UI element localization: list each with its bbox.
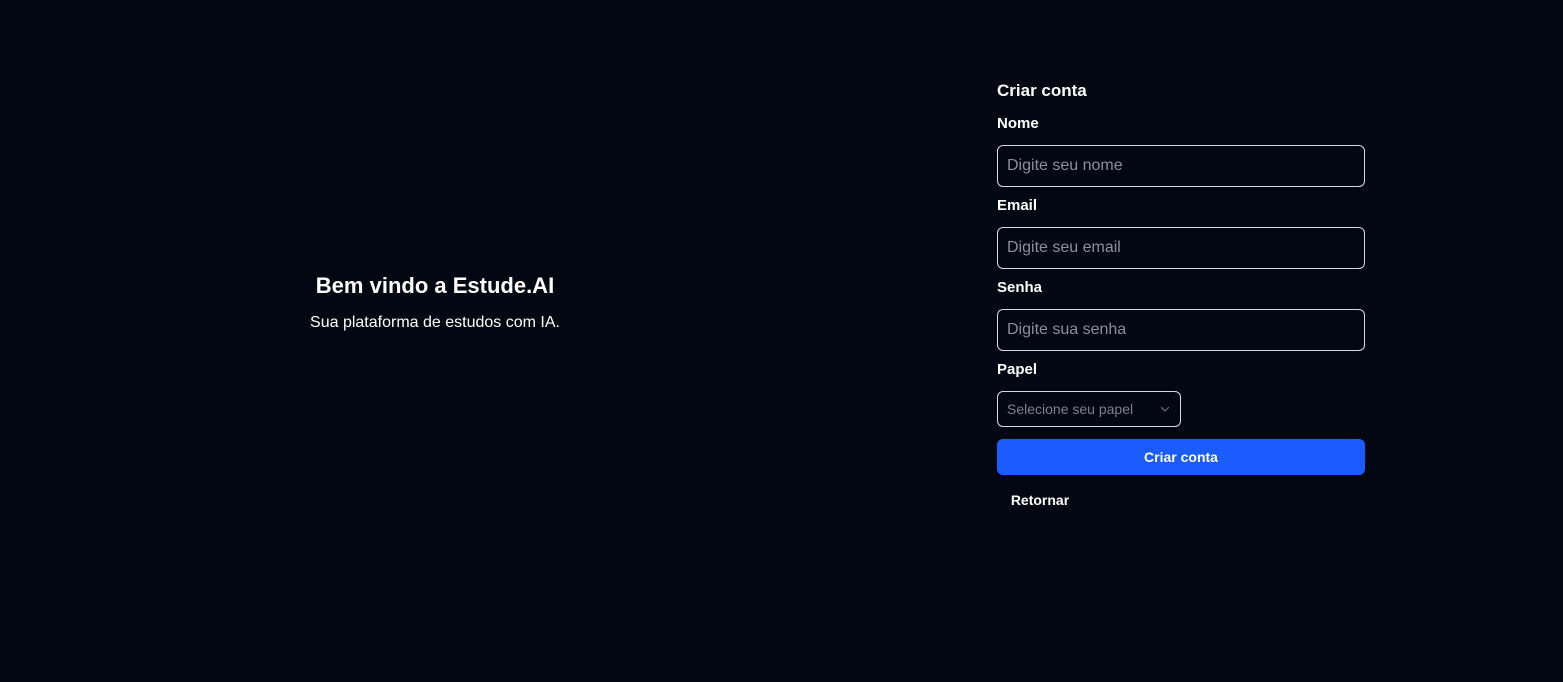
email-label: Email <box>997 197 1038 214</box>
password-label: Senha <box>997 279 1043 296</box>
welcome-title: Bem vindo a Estude.AI <box>315 273 555 298</box>
return-link[interactable]: Retornar <box>997 488 1083 512</box>
role-label: Papel <box>997 361 1038 378</box>
role-select[interactable]: Selecione seu papel <box>997 391 1181 427</box>
name-label: Nome <box>997 115 1039 132</box>
welcome-panel: Bem vindo a Estude.AI Sua plataforma de … <box>0 0 870 682</box>
form-title: Criar conta <box>997 81 1087 100</box>
signup-page: Bem vindo a Estude.AI Sua plataforma de … <box>0 0 1563 682</box>
role-select-placeholder: Selecione seu papel <box>1007 401 1134 417</box>
chevron-down-icon <box>1160 404 1170 414</box>
create-account-button[interactable]: Criar conta <box>997 439 1365 475</box>
welcome-subtitle: Sua plataforma de estudos com IA. <box>310 314 560 331</box>
name-input[interactable] <box>997 145 1365 187</box>
email-input[interactable] <box>997 227 1365 269</box>
password-input[interactable] <box>997 309 1365 351</box>
